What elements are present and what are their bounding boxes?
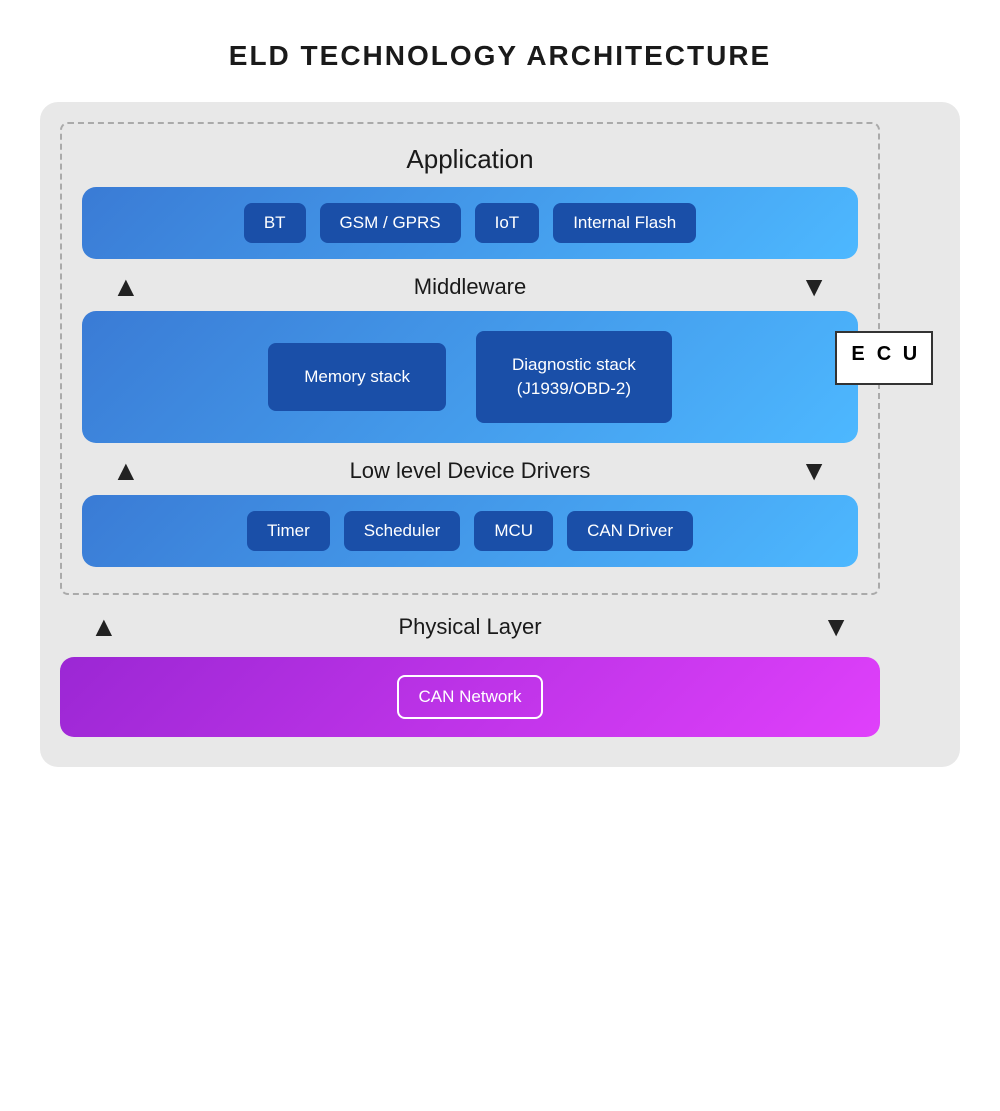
can-network-chip: CAN Network [397,675,544,719]
middleware-label: Middleware [140,274,801,300]
gsm-chip: GSM / GPRS [320,203,461,243]
drivers-bar: Timer Scheduler MCU CAN Driver [82,495,858,567]
ecu-label: ECU [835,331,933,385]
middleware-arrow-row: ▲ Middleware ▼ [82,265,858,309]
drivers-arrow-row: ▲ Low level Device Drivers ▼ [82,449,858,493]
drivers-label: Low level Device Drivers [140,458,801,484]
diagnostic-stack-chip: Diagnostic stack(J1939/OBD-2) [476,331,672,423]
drivers-down-arrow: ▼ [800,457,828,485]
physical-down-arrow: ▼ [822,613,850,641]
application-label: Application [82,144,858,175]
mcu-chip: MCU [474,511,553,551]
middleware-bar: Memory stack Diagnostic stack(J1939/OBD-… [82,311,858,443]
can-network-bar: CAN Network [60,657,880,737]
bt-chip: BT [244,203,306,243]
physical-section: CAN Network [60,657,880,737]
page-title: ELD TECHNOLOGY ARCHITECTURE [229,40,771,72]
application-section: Application BT GSM / GPRS IoT Internal F… [82,144,858,259]
drivers-section: Timer Scheduler MCU CAN Driver [82,495,858,567]
physical-label: Physical Layer [118,614,823,640]
middleware-section: Memory stack Diagnostic stack(J1939/OBD-… [82,311,858,443]
timer-chip: Timer [247,511,330,551]
physical-arrow-row: ▲ Physical Layer ▼ [60,605,880,649]
application-bar: BT GSM / GPRS IoT Internal Flash [82,187,858,259]
iot-chip: IoT [475,203,540,243]
middleware-down-arrow: ▼ [800,273,828,301]
can-driver-chip: CAN Driver [567,511,693,551]
dashed-container: ECU Application BT GSM / GPRS IoT Intern… [60,122,880,595]
scheduler-chip: Scheduler [344,511,461,551]
physical-up-arrow: ▲ [90,613,118,641]
memory-stack-chip: Memory stack [268,343,446,411]
drivers-up-arrow: ▲ [112,457,140,485]
internal-flash-chip: Internal Flash [553,203,696,243]
middleware-up-arrow: ▲ [112,273,140,301]
architecture-diagram: ECU Application BT GSM / GPRS IoT Intern… [40,102,960,767]
